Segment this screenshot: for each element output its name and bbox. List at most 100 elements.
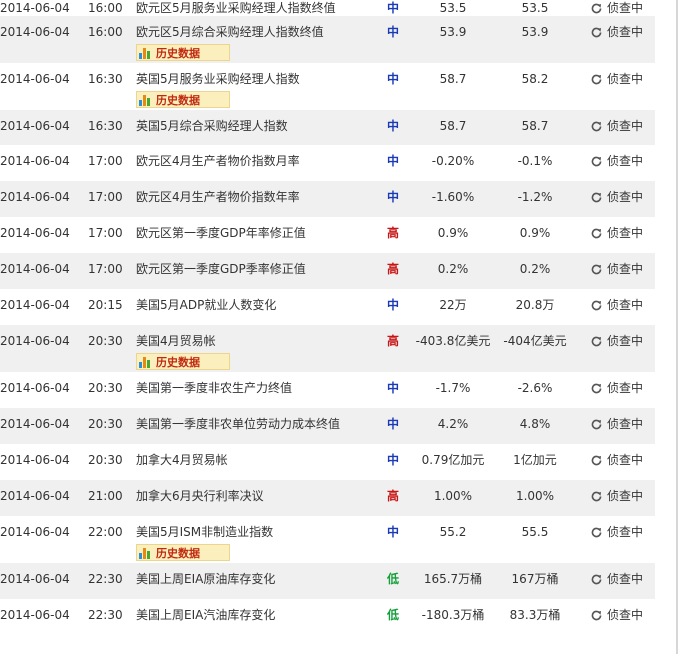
event-name: 美国5月ADP就业人数变化 xyxy=(136,298,277,312)
event-date: 2014-06-04 xyxy=(0,1,70,15)
importance-badge: 中 xyxy=(386,1,399,15)
event-time: 22:30 xyxy=(88,608,123,622)
table-row: 2014-06-04 17:00 欧元区4月生产者物价指数年率 中 -1.60% -1.2… xyxy=(0,181,655,218)
event-name: 美国第一季度非农单位劳动力成本终值 xyxy=(136,417,341,431)
table-row: 2014-06-04 17:00 欧元区4月生产者物价指数月率 中 -0.20% -0.1… xyxy=(0,145,655,182)
forecast-value: 0.9% xyxy=(519,226,551,240)
forecast-value: 4.8% xyxy=(519,417,551,431)
event-date: 2014-06-04 xyxy=(0,190,70,204)
actual-status-link[interactable]: 侦查中 xyxy=(590,571,654,587)
table-row: 2014-06-04 20:15 美国5月ADP就业人数变化 中 22万 20.8万 侦查中 xyxy=(0,289,655,326)
importance-badge: 中 xyxy=(386,298,399,312)
actual-status-link[interactable]: 侦查中 xyxy=(590,333,654,349)
table-row: 2014-06-04 16:30 英国5月综合采购经理人指数 中 58.7 58.7 侦查中 xyxy=(0,110,655,146)
event-date: 2014-06-04 xyxy=(0,608,70,622)
event-time: 17:00 xyxy=(88,226,123,240)
event-time: 20:30 xyxy=(88,417,123,431)
refresh-icon xyxy=(591,264,602,274)
importance-badge: 高 xyxy=(386,489,399,503)
actual-status-link[interactable]: 侦查中 xyxy=(590,0,654,16)
history-data-button[interactable]: 历史数据 xyxy=(136,353,230,370)
refresh-icon xyxy=(591,156,602,166)
actual-status-label: 侦查中 xyxy=(607,1,644,15)
event-date: 2014-06-04 xyxy=(0,381,70,395)
previous-value: 53.9 xyxy=(439,25,467,39)
actual-status-link[interactable]: 侦查中 xyxy=(590,524,654,540)
importance-badge: 高 xyxy=(386,226,399,240)
table-row: 2014-06-04 21:00 加拿大6月央行利率决议 高 1.00% 1.00% 侦查中 xyxy=(0,480,655,517)
previous-value: 55.2 xyxy=(439,525,467,539)
previous-value: 4.2% xyxy=(437,417,469,431)
history-data-button[interactable]: 历史数据 xyxy=(136,91,230,108)
actual-status-link[interactable]: 侦查中 xyxy=(590,297,654,313)
event-name: 美国4月贸易帐 xyxy=(136,334,216,348)
forecast-value: 83.3万桶 xyxy=(509,608,561,622)
event-name: 美国上周EIA原油库存变化 xyxy=(136,572,276,586)
previous-value: -1.7% xyxy=(435,381,471,395)
history-data-label: 历史数据 xyxy=(156,546,200,560)
event-name: 英国5月综合采购经理人指数 xyxy=(136,119,288,133)
event-time: 20:15 xyxy=(88,298,123,312)
previous-value: 0.2% xyxy=(437,262,469,276)
bar-chart-icon xyxy=(139,47,153,59)
forecast-value: 55.5 xyxy=(521,525,549,539)
actual-status-link[interactable]: 侦查中 xyxy=(590,189,654,205)
actual-status-link[interactable]: 侦查中 xyxy=(590,118,654,134)
table-row: 2014-06-04 20:30 美国第一季度非农生产力终值 中 -1.7% -2.6% 侦… xyxy=(0,372,655,409)
forecast-value: 20.8万 xyxy=(515,298,555,312)
actual-status-link[interactable]: 侦查中 xyxy=(590,416,654,432)
event-date: 2014-06-04 xyxy=(0,119,70,133)
event-time: 16:30 xyxy=(88,119,123,133)
forecast-value: 58.7 xyxy=(521,119,549,133)
history-data-button[interactable]: 历史数据 xyxy=(136,544,230,561)
importance-badge: 中 xyxy=(386,154,399,168)
forecast-value: 58.2 xyxy=(521,72,549,86)
history-data-label: 历史数据 xyxy=(156,46,200,60)
refresh-icon xyxy=(591,574,602,584)
actual-status-link[interactable]: 侦查中 xyxy=(590,380,654,396)
table-row: 2014-06-04 16:00 欧元区5月服务业采购经理人指数终值 中 53.5 53.… xyxy=(0,0,655,17)
event-date: 2014-06-04 xyxy=(0,25,70,39)
actual-status-label: 侦查中 xyxy=(607,298,644,312)
refresh-icon xyxy=(591,192,602,202)
event-time: 21:00 xyxy=(88,489,123,503)
importance-badge: 中 xyxy=(386,525,399,539)
importance-badge: 中 xyxy=(386,453,399,467)
actual-status-link[interactable]: 侦查中 xyxy=(590,71,654,87)
actual-status-link[interactable]: 侦查中 xyxy=(590,153,654,169)
actual-status-label: 侦查中 xyxy=(607,608,644,622)
importance-badge: 低 xyxy=(386,572,399,586)
forecast-value: 0.2% xyxy=(519,262,551,276)
actual-status-label: 侦查中 xyxy=(607,572,644,586)
refresh-icon xyxy=(591,3,602,13)
event-name: 欧元区5月服务业采购经理人指数终值 xyxy=(136,1,336,15)
actual-status-link[interactable]: 侦查中 xyxy=(590,452,654,468)
actual-status-link[interactable]: 侦查中 xyxy=(590,607,654,623)
previous-value: 22万 xyxy=(439,298,467,312)
event-date: 2014-06-04 xyxy=(0,572,70,586)
event-name: 美国上周EIA汽油库存变化 xyxy=(136,608,276,622)
table-row: 2014-06-04 22:30 美国上周EIA原油库存变化 低 165.7万桶 167万… xyxy=(0,563,655,600)
table-row: 2014-06-04 16:30 英国5月服务业采购经理人指数 中 58.7 58.2 侦查… xyxy=(0,63,655,111)
event-name: 欧元区4月生产者物价指数年率 xyxy=(136,190,300,204)
history-data-label: 历史数据 xyxy=(156,93,200,107)
actual-status-label: 侦查中 xyxy=(607,226,644,240)
actual-status-link[interactable]: 侦查中 xyxy=(590,24,654,40)
event-time: 20:30 xyxy=(88,334,123,348)
history-data-label: 历史数据 xyxy=(156,355,200,369)
actual-status-link[interactable]: 侦查中 xyxy=(590,225,654,241)
event-date: 2014-06-04 xyxy=(0,334,70,348)
actual-status-label: 侦查中 xyxy=(607,525,644,539)
actual-status-link[interactable]: 侦查中 xyxy=(590,488,654,504)
refresh-icon xyxy=(591,455,602,465)
actual-status-link[interactable]: 侦查中 xyxy=(590,261,654,277)
forecast-value: 167万桶 xyxy=(511,572,559,586)
event-name: 加拿大6月央行利率决议 xyxy=(136,489,264,503)
importance-badge: 高 xyxy=(386,334,399,348)
previous-value: 0.79亿加元 xyxy=(421,453,485,467)
event-date: 2014-06-04 xyxy=(0,417,70,431)
bar-chart-icon xyxy=(139,547,153,559)
refresh-icon xyxy=(591,336,602,346)
actual-status-label: 侦查中 xyxy=(607,417,644,431)
history-data-button[interactable]: 历史数据 xyxy=(136,44,230,61)
